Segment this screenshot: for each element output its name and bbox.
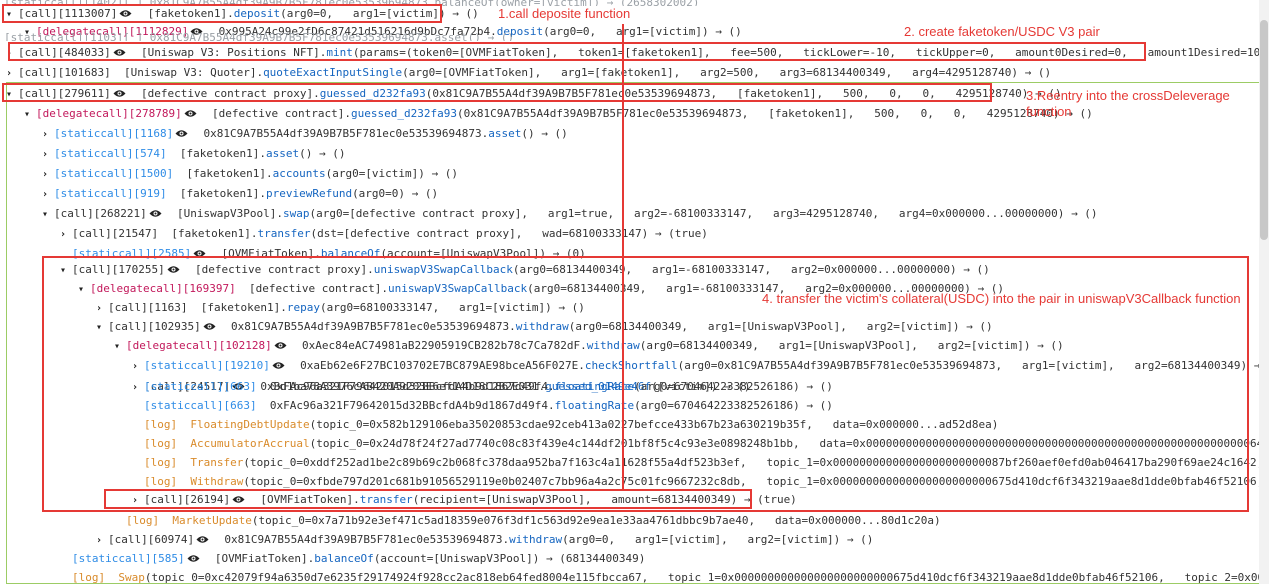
call-type: [call]	[18, 66, 58, 79]
flow-arrow-line	[622, 24, 624, 490]
transfer-box	[104, 489, 752, 509]
vertical-scrollbar[interactable]	[1259, 0, 1269, 584]
return-value: → ()	[1024, 66, 1052, 79]
annotation-2: 2. create faketoken/USDC V3 pair	[904, 24, 1100, 39]
annotation-4: 4. transfer the victim's collateral(USDC…	[762, 291, 1241, 306]
deposit-call-box	[2, 4, 442, 23]
mint-call-box	[8, 42, 1146, 61]
scrollbar-thumb[interactable]	[1260, 20, 1268, 240]
call-target[interactable]: [Uniswap V3: Quoter]	[124, 66, 256, 79]
annotation-3: 3.Reentry into the crossDeleverage funct…	[1026, 88, 1230, 119]
guessed-call-box	[2, 83, 992, 102]
call-args: (arg0=[OVMFiatToken], arg1=[faketoken1],…	[402, 66, 1019, 79]
trace-row[interactable]: › [call][101683] [Uniswap V3: Quoter].quo…	[4, 63, 1269, 83]
chevron-right-icon[interactable]: ›	[4, 64, 14, 83]
function-name: quoteExactInputSingle	[263, 66, 403, 79]
return-value: → ()	[452, 7, 479, 20]
annotation-1: 1.call deposite function	[498, 6, 631, 21]
trace-row-text: [staticcall][1103][ ] 0x81C9A7B55A4df39A…	[4, 31, 514, 41]
gas-amount: [101683]	[57, 66, 111, 79]
